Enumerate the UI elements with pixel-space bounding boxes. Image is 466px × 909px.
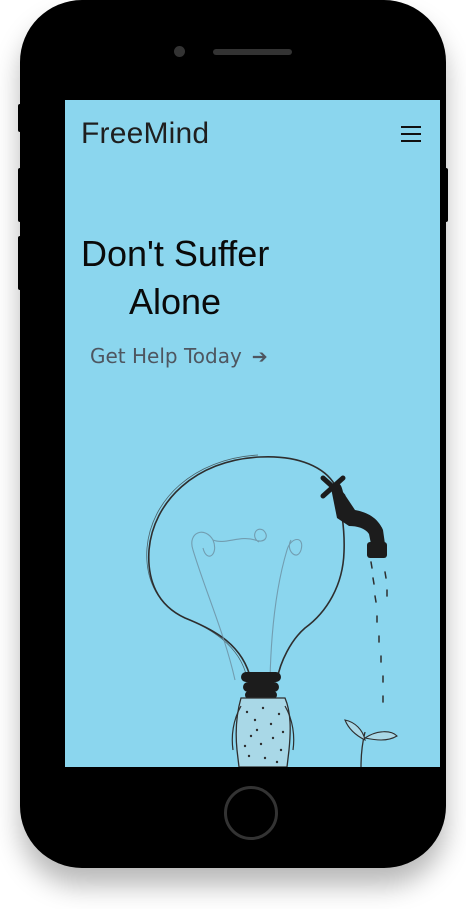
get-help-link[interactable]: Get Help Today ➔ bbox=[90, 344, 268, 368]
bulb-base-mid bbox=[243, 682, 279, 692]
lightbulb-outline bbox=[147, 456, 345, 681]
bulb-base-top bbox=[241, 672, 281, 682]
faucet-spout bbox=[367, 542, 387, 558]
plant-leaf-right bbox=[363, 731, 398, 741]
phone-screen: FreeMind Don't Suffer Alone Get Help Tod… bbox=[65, 100, 440, 767]
plant-leaf-left bbox=[344, 719, 366, 741]
volume-down-button bbox=[18, 236, 22, 290]
volume-up-button bbox=[18, 168, 22, 222]
water-drops bbox=[370, 561, 388, 703]
lightbulb-outline-sketch bbox=[146, 454, 259, 679]
phone-frame: FreeMind Don't Suffer Alone Get Help Tod… bbox=[20, 0, 446, 868]
hamburger-menu-icon[interactable] bbox=[401, 126, 421, 144]
menu-bar-middle bbox=[401, 133, 421, 135]
arrow-right-icon: ➔ bbox=[251, 346, 268, 368]
headline-line-2: Alone bbox=[129, 281, 222, 322]
get-help-label: Get Help Today bbox=[90, 344, 242, 368]
menu-bar-bottom bbox=[401, 140, 421, 142]
navbar: FreeMind bbox=[65, 100, 440, 170]
home-button[interactable] bbox=[224, 786, 278, 840]
mute-switch bbox=[18, 104, 22, 132]
earpiece-speaker bbox=[213, 49, 292, 55]
brand-logo[interactable]: FreeMind bbox=[81, 117, 209, 151]
hero-headline: Don't Suffer Alone bbox=[81, 230, 311, 326]
bulb-filament bbox=[191, 528, 303, 681]
power-button bbox=[444, 168, 448, 222]
front-camera bbox=[174, 46, 185, 57]
menu-bar-top bbox=[401, 126, 421, 128]
lightbulb-faucet-plant-illustration bbox=[146, 454, 398, 767]
headline-line-1: Don't Suffer bbox=[81, 233, 270, 274]
device-mockup: FreeMind Don't Suffer Alone Get Help Tod… bbox=[0, 0, 466, 909]
